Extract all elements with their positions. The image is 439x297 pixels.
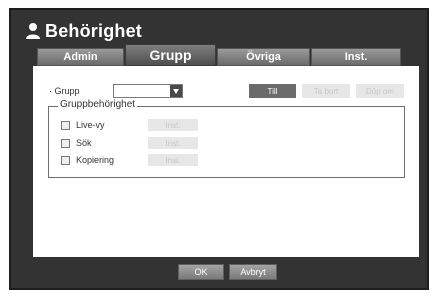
search-label: Sök (76, 138, 92, 148)
copy-label: Kopiering (76, 155, 115, 165)
group-permissions-legend: Gruppbehörighet (58, 99, 138, 110)
group-permissions-box (48, 106, 405, 178)
tab-grupp[interactable]: Grupp (125, 44, 216, 66)
live-view-label: Live-vy (76, 120, 105, 130)
search-checkbox[interactable] (61, 139, 70, 148)
group-dropdown[interactable] (113, 84, 183, 98)
page-title: Behörighet (45, 20, 143, 41)
live-view-checkbox[interactable] (61, 121, 70, 130)
rename-group-button[interactable]: Döp om (356, 84, 404, 98)
delete-group-button[interactable]: Ta bort (302, 84, 350, 98)
copy-setup-button[interactable]: Inst. (148, 154, 198, 166)
ok-button[interactable]: OK (178, 264, 224, 280)
add-group-button[interactable]: Till (249, 84, 296, 98)
group-label: · Grupp (49, 86, 80, 96)
tab-admin[interactable]: Admin (37, 48, 124, 66)
chevron-down-icon (173, 88, 179, 94)
window-title-bar: Behörighet (25, 20, 142, 42)
person-icon (25, 22, 41, 40)
copy-checkbox[interactable] (61, 156, 70, 165)
live-view-setup-button[interactable]: Inst. (148, 119, 198, 131)
search-setup-button[interactable]: Inst. (148, 137, 198, 149)
dropdown-button[interactable] (170, 85, 182, 97)
tab-inst[interactable]: Inst. (311, 48, 401, 66)
cancel-button[interactable]: Avbryt (229, 264, 277, 280)
tab-ovriga[interactable]: Övriga (217, 48, 310, 66)
